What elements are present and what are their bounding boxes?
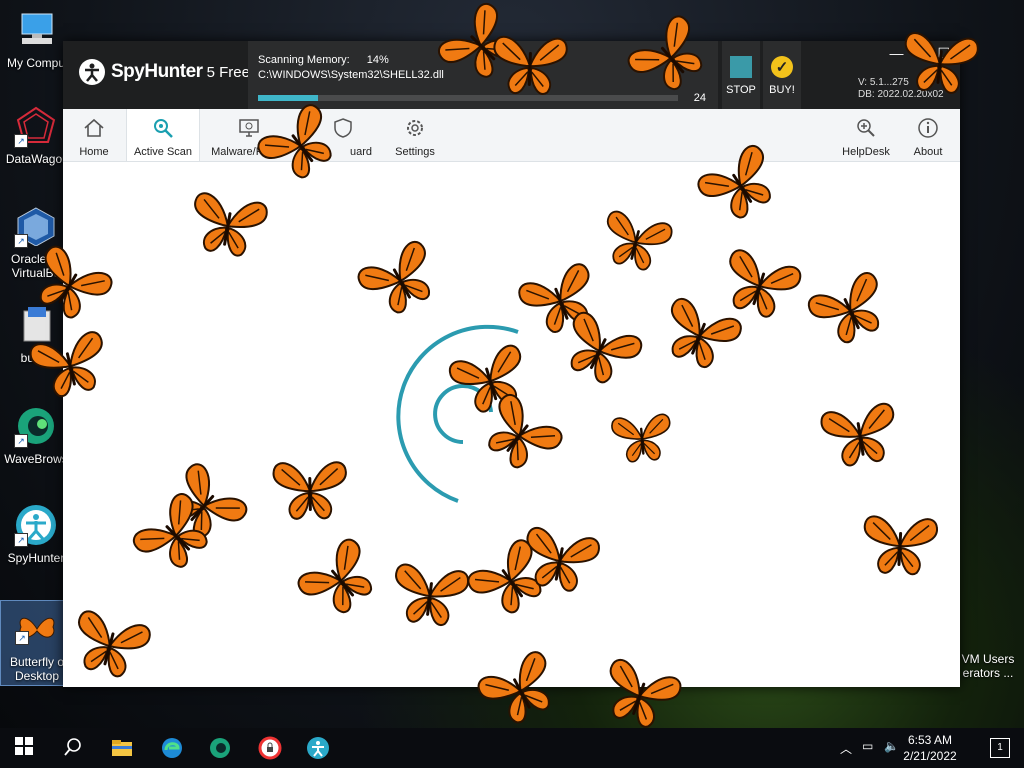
clock[interactable]: 6:53 AM 2/21/2022 <box>894 732 966 764</box>
app-name: SpyHunter <box>111 61 203 82</box>
buy-label: BUY! <box>769 84 795 96</box>
stop-button[interactable]: STOP <box>722 41 760 109</box>
butterfly-icon <box>807 272 890 350</box>
home-icon <box>84 118 104 137</box>
butterfly-icon <box>610 410 674 471</box>
tab-helpdesk[interactable]: HelpDesk <box>839 109 893 161</box>
tab-label: About <box>913 146 943 158</box>
tab-label: HelpDesk <box>842 146 890 158</box>
butterfly-icon <box>29 330 110 405</box>
clock-date: 2/21/2022 <box>903 749 957 763</box>
butterfly-icon <box>30 245 113 325</box>
main-toolbar: Home Active Scan Malware/PC Sc uard Sett… <box>63 109 960 162</box>
edge-icon <box>162 738 182 758</box>
desktop-icon-wavebrowser[interactable]: ↗ WaveBrows <box>0 404 72 466</box>
desktop-icon-my-computer[interactable]: My Compu <box>0 8 72 70</box>
notification-count: 1 <box>997 742 1003 753</box>
butterfly-icon <box>860 510 940 585</box>
search-icon <box>64 738 81 756</box>
shortcut-arrow-icon: ↗ <box>14 533 28 547</box>
butterfly-icon <box>188 190 268 265</box>
butterfly-icon <box>480 393 563 475</box>
search-button[interactable] <box>62 736 86 760</box>
app-logo: SpyHunter 5 Free <box>79 59 250 85</box>
lock-browser-icon <box>258 736 282 760</box>
gear-icon <box>407 120 423 136</box>
desktop-icon-label: VM Users erators ... <box>961 652 1015 680</box>
butterfly-icon <box>297 538 380 620</box>
shortcut-arrow-icon: ↗ <box>15 631 29 645</box>
shortcut-arrow-icon: ↗ <box>14 134 28 148</box>
shortcut-arrow-icon: ↗ <box>14 434 28 448</box>
desktop-icon-vm-users[interactable]: VM Users erators ... <box>952 652 1024 680</box>
app-version-label: 5 Free <box>206 63 250 81</box>
stop-icon <box>730 56 752 78</box>
butterfly-icon <box>600 659 682 735</box>
system-tray: ︿ ▭ 🔈 6:53 AM 2/21/2022 1 <box>824 728 1024 768</box>
wavebrowser-icon <box>210 738 230 758</box>
taskbar-edge[interactable] <box>160 736 184 760</box>
butterfly-icon <box>490 30 570 105</box>
tab-label: Active Scan <box>133 146 193 158</box>
tab-active-scan[interactable]: Active Scan <box>126 109 200 161</box>
folder-icon <box>112 740 132 756</box>
butterfly-icon <box>820 400 900 475</box>
butterfly-icon <box>560 311 643 390</box>
clock-time: 6:53 AM <box>907 733 953 747</box>
chevron-up-icon[interactable]: ︿ <box>840 740 852 757</box>
desktop-icon-label: WaveBrows <box>4 452 68 466</box>
tab-label: Home <box>79 146 109 158</box>
taskbar-wavebrowser[interactable] <box>208 736 232 760</box>
butterfly-icon <box>697 144 780 225</box>
butterfly-icon <box>477 651 560 730</box>
notification-button[interactable]: 1 <box>990 738 1010 758</box>
butterfly-icon <box>257 104 340 185</box>
taskbar: ︿ ▭ 🔈 6:53 AM 2/21/2022 1 <box>0 728 1024 768</box>
butterfly-icon <box>600 210 673 278</box>
tab-label: Settings <box>395 146 435 158</box>
taskbar-browser[interactable] <box>258 736 282 760</box>
tab-about[interactable]: About <box>903 109 953 161</box>
scan-magnifier-icon <box>154 119 173 138</box>
butterfly-icon <box>627 15 710 97</box>
butterfly-icon <box>270 455 350 530</box>
buy-button[interactable]: ✓ BUY! <box>763 41 801 109</box>
scan-percent: 14% <box>366 54 389 66</box>
computer-icon <box>14 8 58 52</box>
scan-progress-bar <box>258 95 678 101</box>
butterfly-icon <box>70 610 151 685</box>
helpdesk-icon <box>857 119 875 137</box>
scan-label: Scanning Memory: <box>258 54 350 66</box>
spyhunter-logo-icon <box>79 59 105 85</box>
check-icon: ✓ <box>771 56 793 78</box>
tab-home[interactable]: Home <box>63 109 125 161</box>
taskbar-spyhunter[interactable] <box>306 736 330 760</box>
butterfly-icon <box>390 560 470 635</box>
network-icon[interactable]: ▭ <box>862 739 873 753</box>
info-icon <box>918 118 938 138</box>
tab-settings[interactable]: Settings <box>387 109 443 161</box>
start-button[interactable] <box>14 736 38 760</box>
windows-icon <box>15 737 33 755</box>
butterfly-icon <box>900 28 980 103</box>
desktop-icon-label: DataWagor <box>5 152 67 166</box>
desktop-icon-spyhunter[interactable]: ↗ SpyHunter <box>0 503 72 565</box>
butterfly-icon <box>133 493 215 575</box>
desktop-icon-datawagon[interactable]: ↗ DataWagor <box>0 104 72 166</box>
butterfly-icon <box>660 298 742 375</box>
stop-label: STOP <box>726 84 756 96</box>
taskbar-file-explorer[interactable] <box>110 736 134 760</box>
desktop-icon-label: SpyHunter <box>7 551 65 565</box>
scan-path: C:\WINDOWS\System32\SHELL32.dll <box>258 69 444 81</box>
desktop-icon-label: My Compu <box>6 56 65 70</box>
spyhunter-icon <box>307 737 329 759</box>
butterfly-icon <box>357 240 440 320</box>
desktop-icon-label: Butterfly o Desktop <box>9 655 65 683</box>
butterfly-icon <box>520 525 600 600</box>
shortcut-arrow-icon: ↗ <box>14 234 28 248</box>
